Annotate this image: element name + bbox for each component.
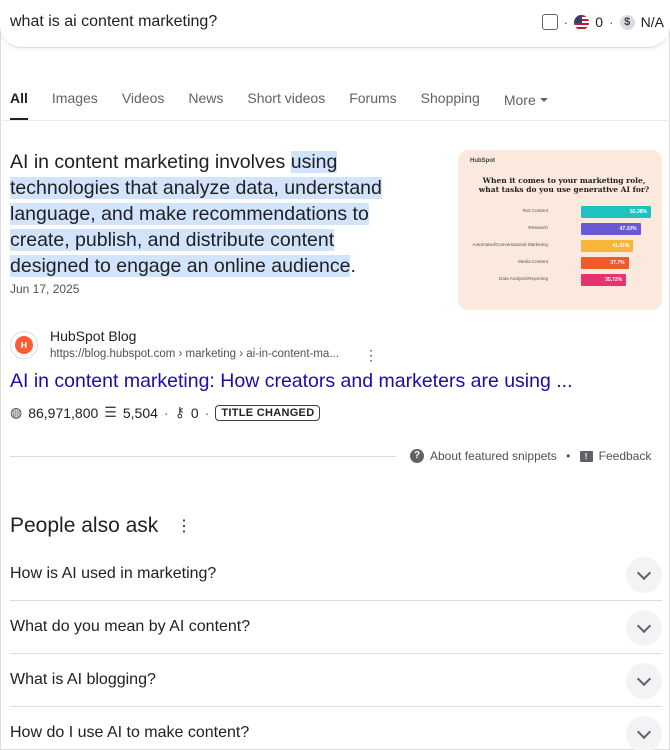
separator-dot: · bbox=[563, 14, 569, 30]
paa-question[interactable]: What do you mean by AI content? bbox=[10, 601, 662, 654]
chevron-down-icon[interactable] bbox=[626, 610, 662, 646]
paa-question-text: How is AI used in marketing? bbox=[10, 565, 217, 582]
thumbnail-bar-label: Automated/Conversational Marketing bbox=[472, 242, 548, 247]
tab-more-label: More bbox=[503, 91, 536, 108]
seo-metrics: ◍ 86,971,800 ☰ 5,504 · ⚷ 0 · TITLE CHANG… bbox=[10, 404, 321, 421]
price-value: N/A bbox=[640, 14, 664, 30]
paa-question-text: What is AI blogging? bbox=[10, 671, 156, 688]
paa-question[interactable]: How do I use AI to make content? bbox=[10, 707, 662, 750]
thumbnail-bar-value: 35.72% bbox=[605, 277, 623, 283]
flag-count: 0 bbox=[595, 14, 603, 30]
chevron-down-icon[interactable] bbox=[626, 716, 662, 750]
separator-dot: · bbox=[608, 14, 614, 30]
paa-title: People also ask bbox=[10, 514, 159, 537]
thumbnail-bar-row: Media Content 37.7% bbox=[458, 257, 662, 269]
snippet-thumbnail[interactable]: HubSpot When it comes to your marketing … bbox=[458, 150, 662, 310]
chevron-down-icon[interactable] bbox=[626, 557, 662, 593]
paa-question-text: What do you mean by AI content? bbox=[10, 618, 251, 635]
source-url[interactable]: https://blog.hubspot.com › marketing › a… bbox=[50, 348, 339, 360]
result-title-link[interactable]: AI in content marketing: How creators an… bbox=[10, 370, 573, 393]
thumbnail-bar-value: 37.7% bbox=[610, 260, 625, 266]
thumbnail-bar: 55.38% bbox=[581, 206, 651, 218]
search-query[interactable]: what is ai content marketing? bbox=[10, 13, 217, 31]
tab-shopping[interactable]: Shopping bbox=[421, 90, 480, 121]
snippet-footer: ? About featured snippets • ! Feedback bbox=[410, 449, 651, 463]
paa-list: How is AI used in marketing? What do you… bbox=[10, 548, 662, 750]
snippet-text-plain: AI in content marketing involves bbox=[10, 151, 291, 173]
source-name[interactable]: HubSpot Blog bbox=[50, 328, 136, 344]
seo-toolbar: · 0 · $ N/A bbox=[541, 14, 664, 30]
snippet-highlight: technologies that analyze data, understa… bbox=[10, 177, 382, 199]
separator-dot: · bbox=[163, 404, 169, 421]
snippet-highlight: language, and make recommendations to bbox=[10, 203, 369, 225]
feedback-icon: ! bbox=[579, 450, 593, 462]
thumbnail-bar: 35.72% bbox=[581, 274, 627, 286]
snippet-divider bbox=[10, 456, 396, 457]
thumbnail-bar-value: 41.41% bbox=[612, 243, 630, 249]
tab-videos[interactable]: Videos bbox=[122, 90, 165, 121]
thumbnail-bar-row: Data Analysis/Reporting 35.72% bbox=[458, 274, 662, 286]
chevron-down-icon[interactable] bbox=[626, 663, 662, 699]
paa-question-text: How do I use AI to make content? bbox=[10, 724, 250, 741]
thumbnail-bar-row: Automated/Conversational Marketing 41.41% bbox=[458, 240, 662, 252]
hubspot-logo-icon: ʜ bbox=[15, 336, 33, 354]
hubspot-favicon[interactable]: ʜ bbox=[10, 331, 38, 359]
caret-down-icon bbox=[539, 97, 548, 102]
snippet-highlight: create, publish, and distribute content bbox=[10, 229, 335, 251]
search-bar[interactable]: what is ai content marketing? · 0 · $ N/… bbox=[0, 0, 670, 48]
snippet-date: Jun 17, 2025 bbox=[10, 282, 80, 296]
title-changed-badge: TITLE CHANGED bbox=[215, 404, 321, 421]
hubspot-logo: HubSpot bbox=[470, 158, 495, 164]
more-options-icon[interactable]: ⋮ bbox=[364, 347, 378, 363]
snippet-highlight: designed to engage an online audience bbox=[10, 255, 351, 277]
thumbnail-bar: 47.10% bbox=[581, 223, 641, 235]
featured-snippet-text: AI in content marketing involves using t… bbox=[10, 149, 430, 279]
thumbnail-bar-label: Text Content bbox=[522, 208, 548, 213]
snippet-highlight: using bbox=[290, 151, 338, 173]
keys-count: 0 bbox=[190, 404, 199, 421]
dollar-icon: $ bbox=[619, 14, 635, 30]
snippet-text-end: . bbox=[350, 255, 356, 277]
tab-short-videos[interactable]: Short videos bbox=[247, 90, 325, 121]
tab-news[interactable]: News bbox=[188, 90, 223, 121]
word-count-icon: ☰ bbox=[104, 404, 117, 420]
paa-question[interactable]: How is AI used in marketing? bbox=[10, 548, 662, 601]
thumbnail-bar-row: Text Content 55.38% bbox=[458, 206, 662, 218]
thumbnail-title: When it comes to your marketing role, wh… bbox=[478, 176, 650, 194]
thumbnail-bar-value: 47.10% bbox=[619, 226, 637, 232]
search-tabs: All Images Videos News Short videos Foru… bbox=[10, 90, 572, 121]
tabs-divider bbox=[0, 120, 670, 121]
thumbnail-bar-label: Data Analysis/Reporting bbox=[498, 276, 548, 281]
select-checkbox[interactable] bbox=[541, 14, 558, 30]
search-volume-icon: ◍ bbox=[10, 404, 23, 420]
help-icon: ? bbox=[410, 449, 424, 463]
separator-dot: • bbox=[562, 449, 574, 463]
thumbnail-bar-value: 55.38% bbox=[630, 209, 647, 215]
tab-more[interactable]: More bbox=[504, 90, 548, 121]
thumbnail-bar: 41.41% bbox=[581, 240, 634, 252]
tab-forums[interactable]: Forums bbox=[349, 90, 396, 121]
thumbnail-bar: 37.7% bbox=[581, 257, 629, 269]
tab-all[interactable]: All bbox=[10, 90, 28, 121]
us-flag-icon bbox=[574, 14, 590, 30]
feedback-link[interactable]: Feedback bbox=[599, 449, 652, 463]
key-icon: ⚷ bbox=[174, 404, 185, 420]
thumbnail-bar-label: Media Content bbox=[518, 259, 548, 264]
paa-more-icon[interactable]: ⋮ bbox=[176, 516, 192, 536]
paa-question[interactable]: What is AI blogging? bbox=[10, 654, 662, 707]
thumbnail-bar-row: Research 47.10% bbox=[458, 223, 662, 235]
words-count: 5,504 bbox=[122, 404, 158, 421]
views-count: 86,971,800 bbox=[28, 404, 99, 421]
separator-dot: · bbox=[204, 404, 210, 421]
about-snippets-link[interactable]: About featured snippets bbox=[430, 449, 557, 463]
tab-images[interactable]: Images bbox=[52, 90, 98, 121]
thumbnail-bar-label: Research bbox=[528, 225, 548, 230]
